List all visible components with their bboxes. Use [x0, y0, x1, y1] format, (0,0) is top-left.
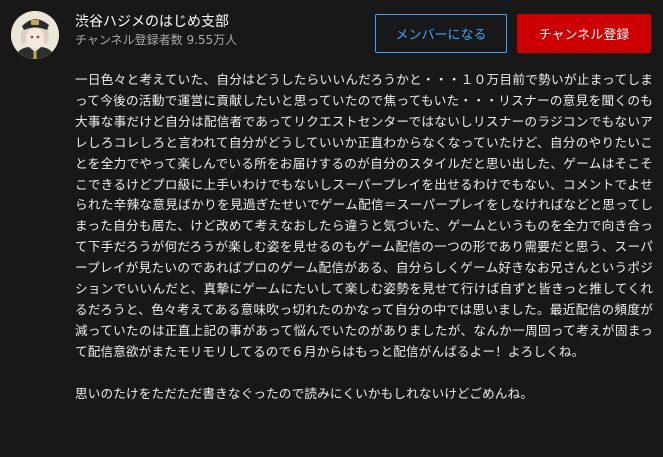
description-paragraph: 一日色々と考えていた、自分はどうしたらいいんだろうかと・・・１０万目前で勢いが止… [75, 72, 653, 359]
channel-name[interactable]: 渋谷ハジメのはじめ支部 [75, 13, 237, 31]
channel-avatar[interactable] [11, 11, 59, 59]
channel-avatar-icon [11, 11, 59, 59]
channel-info: 渋谷ハジメのはじめ支部 チャンネル登録者数 9.55万人 [75, 13, 237, 48]
subscriber-count: チャンネル登録者数 9.55万人 [75, 33, 238, 47]
channel-header: 渋谷ハジメのはじめ支部 チャンネル登録者数 9.55万人 メンバーになる チャン… [0, 0, 663, 68]
channel-description: 一日色々と考えていた、自分はどうしたらいいんだろうかと・・・１０万目前で勢いが止… [75, 70, 653, 405]
subscribe-button[interactable]: チャンネル登録 [517, 14, 651, 53]
description-paragraph: 思いのたけをただただ書きなぐったので読みにくいかもしれないけどごめんね。 [75, 385, 534, 401]
join-membership-button[interactable]: メンバーになる [375, 14, 507, 53]
